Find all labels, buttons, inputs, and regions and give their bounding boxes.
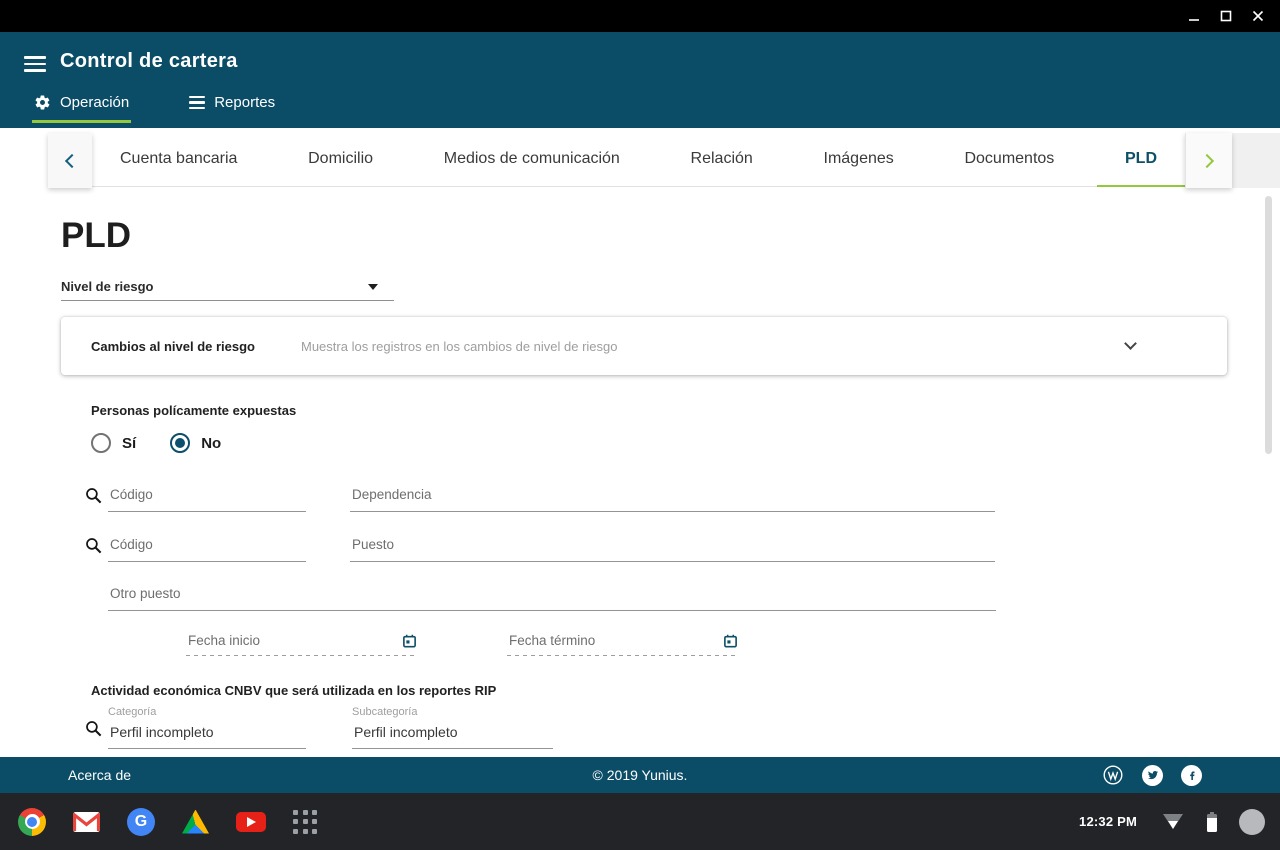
radio-si-label: Sí xyxy=(122,435,136,452)
app-nav: Operación Reportes xyxy=(32,90,277,123)
tab-label: Cuenta bancaria xyxy=(120,150,237,168)
google-glyph: G xyxy=(135,813,147,831)
risk-changes-expansion-panel[interactable]: Cambios al nivel de riesgo Muestra los r… xyxy=(61,317,1227,375)
youtube-icon[interactable] xyxy=(236,812,266,832)
footer-about-link[interactable]: Acerca de xyxy=(68,767,131,783)
categoria-label: Categoría xyxy=(108,706,156,718)
cnbv-heading: Actividad económica CNBV que será utiliz… xyxy=(91,683,496,698)
radio-no[interactable] xyxy=(170,433,190,453)
system-tray[interactable]: 12:32 PM xyxy=(1079,793,1265,850)
puesto-input[interactable]: Puesto xyxy=(350,537,995,562)
maximize-button[interactable] xyxy=(1218,8,1234,24)
search-icon xyxy=(84,536,103,555)
minimize-button[interactable] xyxy=(1186,8,1202,24)
tab-relacion[interactable]: Relación xyxy=(663,133,781,187)
system-shelf: G 12:32 PM xyxy=(0,793,1280,850)
panel-title: Cambios al nivel de riesgo xyxy=(91,339,277,354)
radio-no-label: No xyxy=(201,435,221,452)
tab-bar: Cuenta bancaria Domicilio Medios de comu… xyxy=(92,133,1185,187)
page-title: PLD xyxy=(61,216,131,256)
tab-cuenta-bancaria[interactable]: Cuenta bancaria xyxy=(92,133,265,187)
launcher-icon[interactable] xyxy=(293,810,317,834)
close-icon xyxy=(1251,9,1265,23)
minimize-icon xyxy=(1187,9,1201,23)
footer-copyright: © 2019 Yunius. xyxy=(593,767,688,783)
wifi-icon xyxy=(1163,814,1183,829)
subcategoria-input[interactable]: Perfil incompleto xyxy=(352,724,553,749)
tab-medios-comunicacion[interactable]: Medios de comunicación xyxy=(416,133,648,187)
pld-form: PLD Nivel de riesgo Cambios al nivel de … xyxy=(0,188,1280,757)
risk-level-select[interactable]: Nivel de riesgo xyxy=(61,278,394,301)
calendar-icon xyxy=(723,633,738,649)
app-header: Control de cartera Operación Reportes xyxy=(0,32,1280,128)
codigo-puesto-input[interactable]: Código xyxy=(108,537,306,562)
wordpress-icon[interactable] xyxy=(1102,764,1124,786)
social-links xyxy=(1102,764,1202,786)
subcategoria-label: Subcategoría xyxy=(352,706,417,718)
facebook-icon[interactable] xyxy=(1181,765,1202,786)
pep-label: Personas polícamente expuestas xyxy=(91,403,296,418)
pep-radio-group: Sí No xyxy=(91,433,221,453)
chevron-left-icon xyxy=(65,153,79,167)
tab-documentos[interactable]: Documentos xyxy=(936,133,1082,187)
app-title: Control de cartera xyxy=(60,50,238,73)
tab-label: PLD xyxy=(1125,150,1157,168)
nav-label-operacion: Operación xyxy=(60,94,129,111)
codigo-dependencia-input[interactable]: Código xyxy=(108,487,306,512)
search-icon xyxy=(84,486,103,505)
tab-imagenes[interactable]: Imágenes xyxy=(796,133,922,187)
hamburger-menu-icon[interactable] xyxy=(24,56,46,72)
chevron-right-icon xyxy=(1200,153,1214,167)
tab-domicilio[interactable]: Domicilio xyxy=(280,133,401,187)
fecha-termino-datepicker[interactable]: Fecha término xyxy=(507,633,738,656)
window-controls xyxy=(1186,0,1266,32)
tab-pld[interactable]: PLD xyxy=(1097,133,1185,187)
desktop-screen: Control de cartera Operación Reportes Cu… xyxy=(0,0,1280,850)
list-icon xyxy=(189,96,205,109)
maximize-icon xyxy=(1219,9,1233,23)
fecha-termino-label: Fecha término xyxy=(509,633,595,648)
otro-puesto-input[interactable]: Otro puesto xyxy=(108,586,996,611)
radio-si[interactable] xyxy=(91,433,111,453)
clock: 12:32 PM xyxy=(1079,814,1137,829)
play-icon xyxy=(247,817,256,827)
tabs-scroll-left-button[interactable] xyxy=(48,133,92,188)
drive-icon[interactable] xyxy=(182,810,209,834)
nav-label-reportes: Reportes xyxy=(214,94,275,111)
risk-level-label: Nivel de riesgo xyxy=(61,279,153,294)
gear-icon xyxy=(34,94,51,111)
tabstrip-filler xyxy=(1232,133,1280,188)
battery-icon xyxy=(1207,812,1217,832)
twitter-icon[interactable] xyxy=(1142,765,1163,786)
window-titlebar xyxy=(0,0,1280,32)
vertical-scrollbar[interactable] xyxy=(1265,196,1272,454)
close-button[interactable] xyxy=(1250,8,1266,24)
chevron-down-icon xyxy=(1124,337,1137,350)
panel-description: Muestra los registros en los cambios de … xyxy=(301,339,617,354)
tab-label: Documentos xyxy=(964,150,1054,168)
tab-label: Medios de comunicación xyxy=(444,150,620,168)
fecha-inicio-datepicker[interactable]: Fecha inicio xyxy=(186,633,417,656)
avatar[interactable] xyxy=(1239,809,1265,835)
search-icon xyxy=(84,719,103,738)
nav-item-reportes[interactable]: Reportes xyxy=(187,90,277,123)
google-icon[interactable]: G xyxy=(127,808,155,836)
nav-item-operacion[interactable]: Operación xyxy=(32,90,131,123)
dropdown-arrow-icon xyxy=(368,284,378,290)
categoria-input[interactable]: Perfil incompleto xyxy=(108,724,306,749)
shelf-apps: G xyxy=(18,793,317,850)
app-footer: Acerca de © 2019 Yunius. xyxy=(0,757,1280,793)
calendar-icon xyxy=(402,633,417,649)
gmail-icon[interactable] xyxy=(73,812,100,832)
tab-label: Relación xyxy=(691,150,753,168)
dependencia-input[interactable]: Dependencia xyxy=(350,487,995,512)
tab-label: Imágenes xyxy=(824,150,894,168)
tab-label: Domicilio xyxy=(308,150,373,168)
chrome-icon[interactable] xyxy=(18,808,46,836)
fecha-inicio-label: Fecha inicio xyxy=(188,633,260,648)
tabs-scroll-right-button[interactable] xyxy=(1185,133,1232,188)
